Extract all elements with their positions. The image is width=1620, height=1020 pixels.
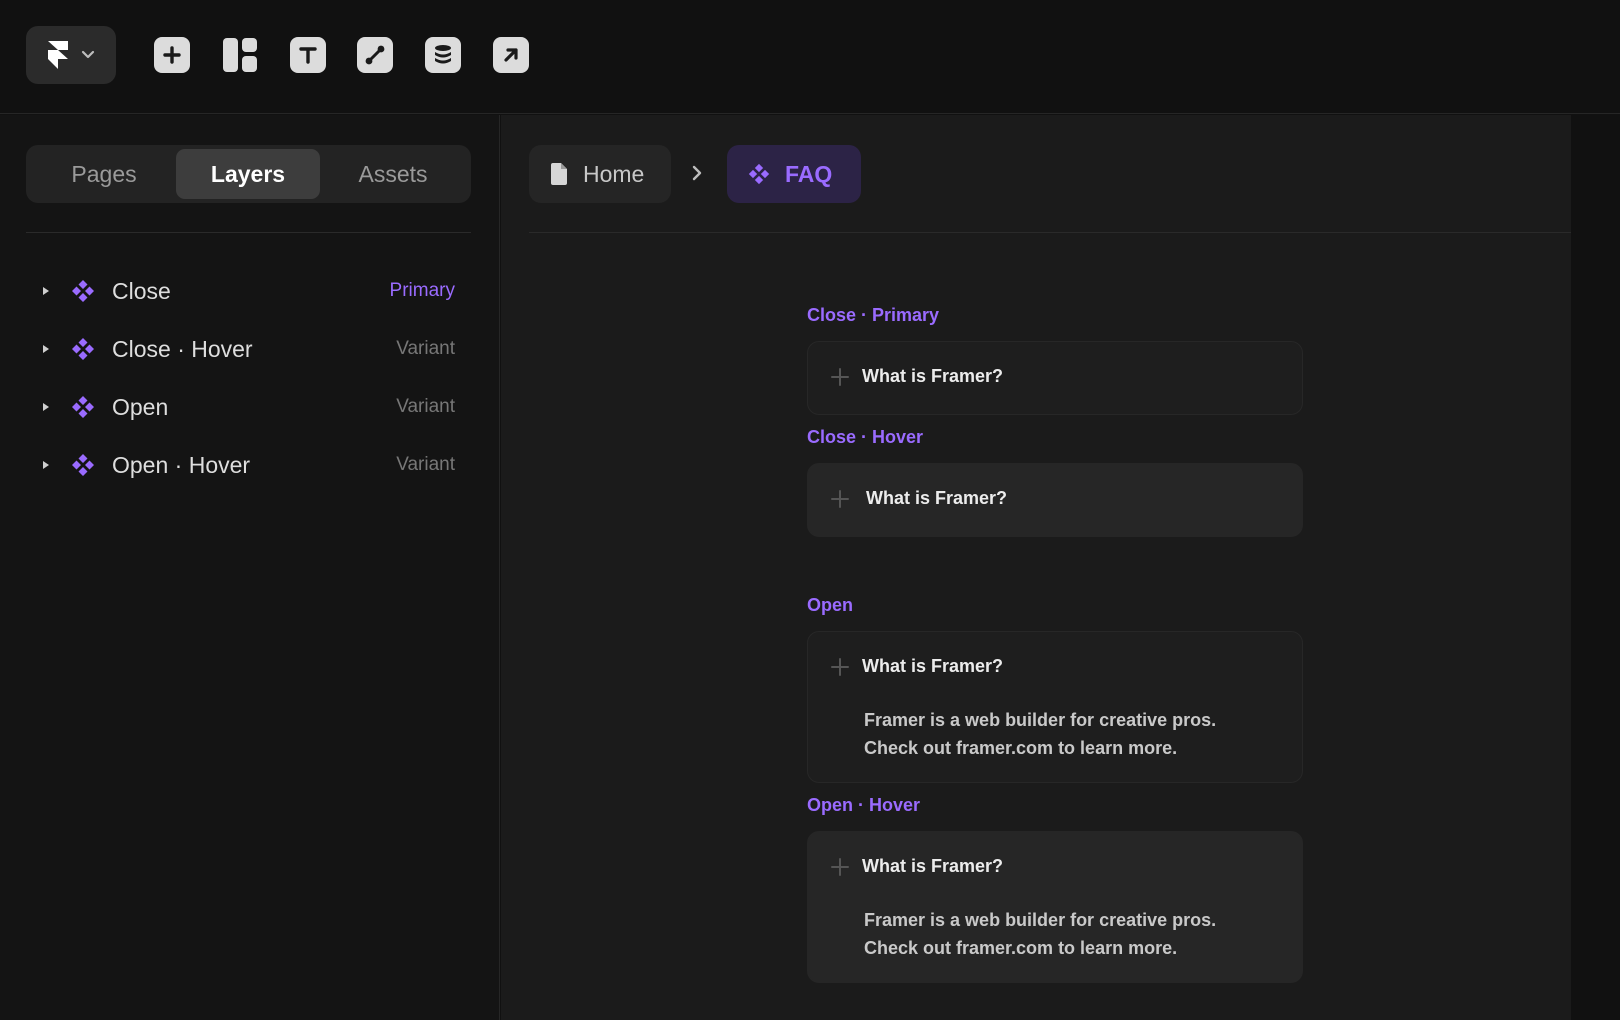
plus-icon <box>831 857 849 876</box>
faq-question-text: What is Framer? <box>866 488 1008 508</box>
variant-label[interactable]: Open · Hover <box>807 795 920 816</box>
canvas: Home FAQ Close · Primary What is Framer?… <box>501 115 1571 1020</box>
layout-icon <box>223 38 257 72</box>
faq-question-text: What is Framer? <box>862 656 1004 676</box>
faq-answer-line: Check out framer.com to learn more. <box>864 938 1178 958</box>
faq-card-open[interactable]: What is Framer? Framer is a web builder … <box>807 631 1303 783</box>
add-icon <box>163 46 181 64</box>
variant-label[interactable]: Close · Hover <box>807 427 923 448</box>
component-icon <box>748 163 770 185</box>
faq-answer-line: Framer is a web builder for creative pro… <box>864 710 1217 730</box>
canvas-divider <box>529 232 1571 233</box>
text-icon <box>299 47 317 64</box>
variant-label[interactable]: Open <box>807 595 853 616</box>
open-external-icon <box>504 48 518 62</box>
breadcrumb-home[interactable]: Home <box>529 145 671 203</box>
plus-icon <box>831 367 849 386</box>
layer-tag: Primary <box>389 280 455 301</box>
faq-question: What is Framer? <box>830 488 1007 509</box>
component-icon <box>70 278 96 304</box>
layer-name: Close <box>112 277 171 304</box>
expand-caret-icon[interactable] <box>42 344 54 354</box>
tab-pages[interactable]: Pages <box>32 149 176 199</box>
layer-item-close-hover[interactable]: Close · Hover Variant <box>26 325 471 373</box>
expand-caret-icon[interactable] <box>42 402 54 412</box>
faq-question: What is Framer? <box>830 856 1003 877</box>
insert-button[interactable] <box>154 37 190 73</box>
preview-button[interactable] <box>493 37 529 73</box>
tab-layers[interactable]: Layers <box>176 149 320 199</box>
breadcrumb-faq[interactable]: FAQ <box>727 145 861 203</box>
framer-logo-icon <box>48 41 68 69</box>
cms-button[interactable] <box>425 37 461 73</box>
panel-tabs: Pages Layers Assets <box>26 145 471 203</box>
layer-name: Open <box>112 393 169 420</box>
layer-item-open-hover[interactable]: Open · Hover Variant <box>26 441 471 489</box>
layer-name: Close · Hover <box>112 335 253 362</box>
cms-icon <box>435 45 451 64</box>
breadcrumb-home-label: Home <box>583 160 645 187</box>
faq-card-close-hover[interactable]: What is Framer? <box>807 463 1303 537</box>
faq-answer: Framer is a web builder for creative pro… <box>864 906 1284 962</box>
faq-card-close-primary[interactable]: What is Framer? <box>807 341 1303 415</box>
layer-tag: Variant <box>396 396 455 417</box>
framer-menu-button[interactable] <box>26 26 116 84</box>
text-tool-button[interactable] <box>290 37 326 73</box>
faq-question: What is Framer? <box>830 366 1003 387</box>
faq-question-text: What is Framer? <box>862 856 1004 876</box>
component-icon <box>70 394 96 420</box>
page-icon <box>551 163 567 185</box>
layer-name: Open · Hover <box>112 451 251 478</box>
faq-answer: Framer is a web builder for creative pro… <box>864 706 1284 762</box>
chevron-down-icon <box>81 50 95 59</box>
layer-item-open[interactable]: Open Variant <box>26 383 471 431</box>
window-edge <box>1571 115 1620 1020</box>
expand-caret-icon[interactable] <box>42 286 54 296</box>
panel-divider <box>26 232 471 233</box>
plus-icon <box>831 657 849 676</box>
faq-card-open-hover[interactable]: What is Framer? Framer is a web builder … <box>807 831 1303 983</box>
layout-button[interactable] <box>222 37 258 73</box>
layer-tag: Variant <box>396 454 455 475</box>
expand-caret-icon[interactable] <box>42 460 54 470</box>
variant-label[interactable]: Close · Primary <box>807 305 939 326</box>
layer-item-close[interactable]: Close Primary <box>26 267 471 315</box>
left-panel: Pages Layers Assets Close Primary Close … <box>0 115 500 1020</box>
component-icon <box>70 336 96 362</box>
breadcrumb-faq-label: FAQ <box>785 160 833 187</box>
faq-question: What is Framer? <box>830 656 1003 677</box>
vector-icon <box>365 45 385 65</box>
chevron-right-icon <box>692 165 702 181</box>
layer-tag: Variant <box>396 338 455 359</box>
tab-assets[interactable]: Assets <box>321 149 465 199</box>
vector-tool-button[interactable] <box>357 37 393 73</box>
faq-question-text: What is Framer? <box>862 366 1004 386</box>
top-toolbar <box>0 0 1620 114</box>
faq-answer-line: Framer is a web builder for creative pro… <box>864 910 1217 930</box>
component-icon <box>70 452 96 478</box>
faq-answer-line: Check out framer.com to learn more. <box>864 738 1178 758</box>
plus-icon <box>831 489 849 508</box>
